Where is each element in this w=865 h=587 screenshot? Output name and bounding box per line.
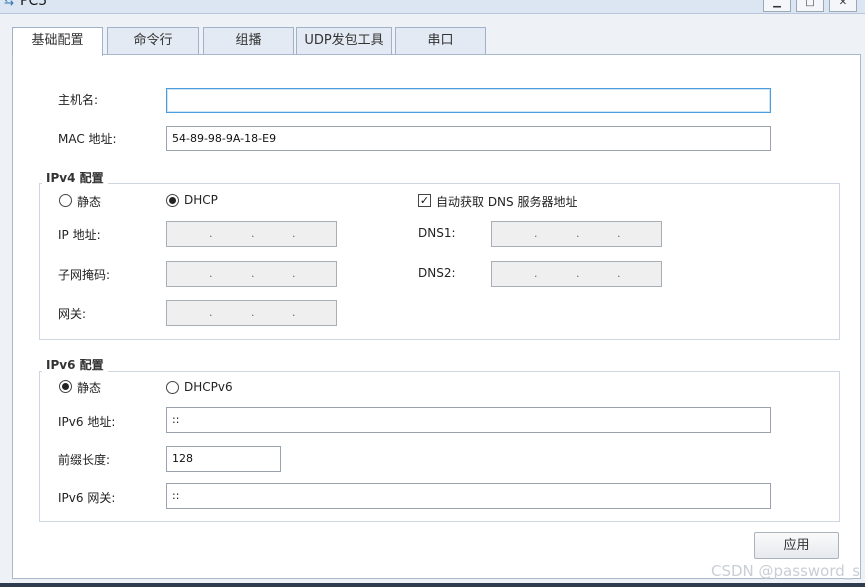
- prefix-length-label: 前缀长度:: [58, 453, 111, 467]
- apply-button[interactable]: 应用: [754, 532, 839, 559]
- tab-multicast[interactable]: 组播: [203, 27, 294, 55]
- dns2-label: DNS2:: [418, 266, 456, 280]
- ipv6-address-label: IPv6 地址:: [58, 415, 116, 429]
- tab-udp-tool[interactable]: UDP发包工具: [296, 27, 392, 55]
- dns1-label: DNS1:: [418, 226, 456, 240]
- gateway-label: 网关:: [58, 307, 87, 321]
- ipv6-static-label: 静态: [77, 381, 102, 395]
- ip-address-field[interactable]: ...: [166, 221, 337, 247]
- window-bottom-edge: [0, 583, 865, 587]
- ipv6-dhcpv6-radio[interactable]: [166, 381, 179, 394]
- subnet-mask-label: 子网掩码:: [58, 268, 111, 282]
- ipv6-address-field[interactable]: ::: [166, 407, 771, 433]
- ip-address-label: IP 地址:: [58, 228, 101, 242]
- prefix-length-field[interactable]: 128: [166, 446, 281, 472]
- tab-serial[interactable]: 串口: [395, 27, 486, 55]
- network-pc-icon: ⇆: [4, 0, 15, 8]
- dns1-field[interactable]: ...: [491, 221, 662, 247]
- close-button[interactable]: ✕: [829, 0, 857, 12]
- ipv6-static-radio[interactable]: [59, 380, 72, 393]
- tab-basic-config[interactable]: 基础配置: [12, 27, 103, 56]
- ipv4-static-label: 静态: [77, 195, 102, 209]
- hostname-input[interactable]: [166, 88, 771, 113]
- subnet-mask-field[interactable]: ...: [166, 261, 337, 287]
- ipv6-legend: IPv6 配置: [42, 356, 108, 373]
- minimize-button[interactable]: ▁: [763, 0, 791, 12]
- title-bar: ⇆ PC5 ▁ □ ✕: [0, 0, 865, 14]
- ipv6-dhcpv6-label: DHCPv6: [184, 380, 233, 394]
- check-icon[interactable]: ✓: [418, 194, 431, 207]
- dns2-field[interactable]: ...: [491, 261, 662, 287]
- ipv4-dhcp-radio[interactable]: [166, 194, 179, 207]
- dns-auto-label: 自动获取 DNS 服务器地址: [436, 195, 578, 209]
- tab-command-line[interactable]: 命令行: [107, 27, 199, 55]
- mac-field[interactable]: 54-89-98-9A-18-E9: [166, 126, 771, 151]
- ipv4-dhcp-label: DHCP: [184, 193, 218, 207]
- mac-label: MAC 地址:: [58, 132, 117, 146]
- ipv6-gateway-field[interactable]: ::: [166, 483, 771, 509]
- hostname-label: 主机名:: [58, 93, 99, 107]
- ipv6-gateway-label: IPv6 网关:: [58, 491, 116, 505]
- maximize-button[interactable]: □: [796, 0, 824, 12]
- ipv4-legend: IPv4 配置: [42, 169, 108, 186]
- ipv4-static-radio[interactable]: [59, 194, 72, 207]
- window-title: PC5: [20, 0, 48, 9]
- gateway-field[interactable]: ...: [166, 300, 337, 326]
- watermark: CSDN @password_s: [711, 562, 861, 580]
